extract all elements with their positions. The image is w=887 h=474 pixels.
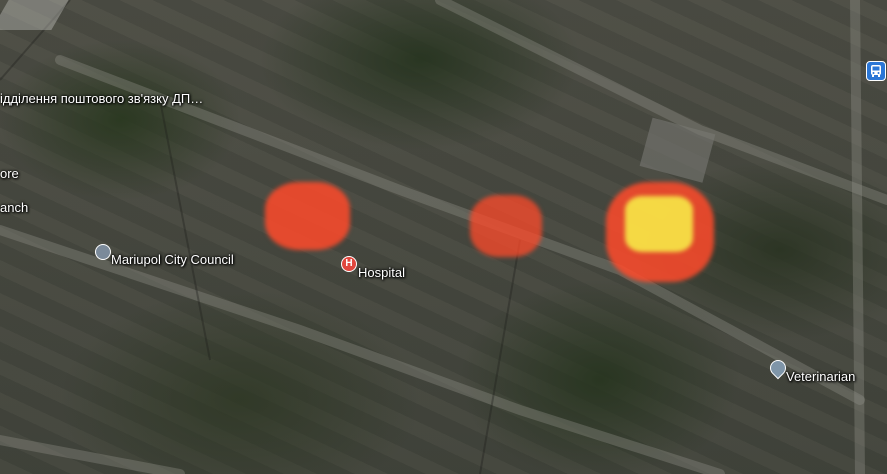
fire-hotspot-3-core [625, 196, 693, 252]
street-b [479, 239, 521, 474]
road-middle [55, 55, 865, 405]
satellite-map[interactable]: ідділення поштового зв'язку ДП… ore anch… [0, 0, 887, 474]
store-label[interactable]: ore [0, 166, 19, 181]
postal-office-label[interactable]: ідділення поштового зв'язку ДП… [0, 91, 203, 106]
hospital-icon[interactable]: H [341, 256, 357, 272]
branch-label[interactable]: anch [0, 200, 28, 215]
government-icon[interactable] [95, 244, 111, 260]
city-council-label[interactable]: Mariupol City Council [111, 252, 234, 267]
road-right [850, 0, 865, 474]
bus-icon[interactable] [866, 61, 886, 81]
street-a [159, 99, 211, 361]
road-overlay [0, 0, 887, 474]
fire-hotspot-2 [470, 195, 542, 257]
road-bottom-left [0, 435, 185, 474]
fire-hotspot-1 [265, 182, 350, 250]
veterinarian-label[interactable]: Veterinarian [786, 369, 855, 384]
hospital-label[interactable]: Hospital [358, 265, 405, 280]
